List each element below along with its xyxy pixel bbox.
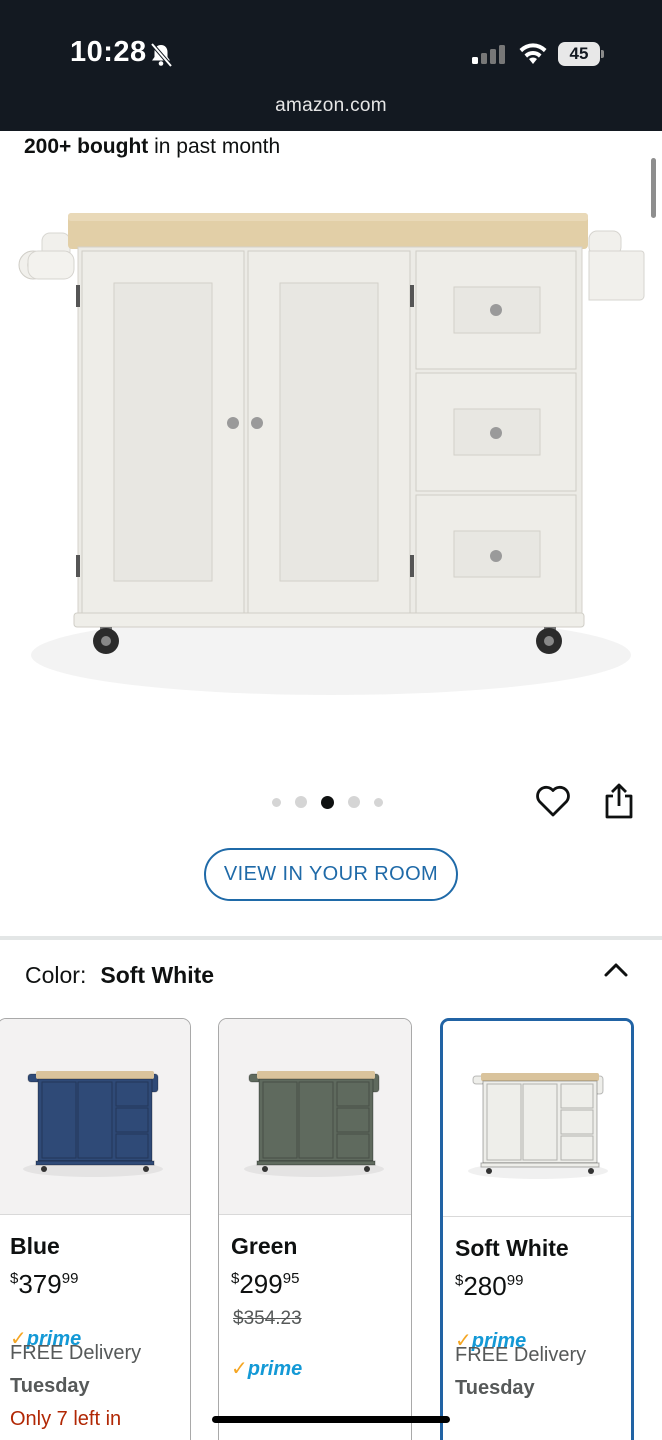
color-label: Color: bbox=[25, 962, 87, 988]
swatch-list-price: $354.23 bbox=[233, 1308, 302, 1329]
color-swatch-card[interactable]: Soft White $28099 ✓prime FREE Delivery Tuesd… bbox=[440, 1018, 634, 1440]
carousel-dot[interactable] bbox=[348, 796, 360, 808]
chevron-up-icon[interactable] bbox=[603, 960, 629, 978]
swatch-image bbox=[0, 1019, 190, 1215]
prime-check-icon: ✓ bbox=[231, 1358, 248, 1380]
battery-icon: 45 bbox=[558, 42, 604, 66]
swatch-image bbox=[219, 1019, 411, 1215]
price-whole: 280 bbox=[463, 1271, 507, 1301]
home-indicator[interactable] bbox=[212, 1416, 450, 1423]
address-bar-url[interactable]: amazon.com bbox=[0, 95, 662, 117]
swatch-delivery: FREE Delivery bbox=[10, 1342, 142, 1364]
view-in-your-room-button[interactable]: VIEW IN YOUR ROOM bbox=[204, 848, 458, 901]
signal-icon bbox=[472, 45, 505, 64]
price-fraction: 99 bbox=[506, 1272, 524, 1289]
swatch-name: Blue bbox=[10, 1233, 60, 1259]
selected-color: Soft White bbox=[100, 962, 215, 988]
wifi-icon bbox=[519, 43, 547, 64]
carousel-dot-active[interactable] bbox=[321, 795, 334, 809]
swatch-name: Soft White bbox=[455, 1235, 569, 1261]
product-image[interactable] bbox=[14, 175, 648, 705]
bought-count-bold: 200+ bought bbox=[24, 135, 149, 158]
price-whole: 299 bbox=[239, 1269, 283, 1299]
carousel-dot[interactable] bbox=[272, 797, 281, 807]
bought-count: 200+ bought in past month bbox=[24, 135, 280, 159]
prime-label: prime bbox=[247, 1358, 303, 1380]
swatch-delivery-day: Tuesday bbox=[455, 1377, 535, 1399]
swatch-delivery-day: Tuesday bbox=[10, 1375, 90, 1397]
status-time: 10:28 bbox=[70, 36, 147, 68]
carousel-dot[interactable] bbox=[374, 797, 383, 807]
swatch-price: $37999 bbox=[10, 1269, 78, 1300]
carousel-dot[interactable] bbox=[295, 796, 307, 808]
color-selector-header[interactable]: Color: Soft White bbox=[25, 962, 214, 989]
color-swatch-card[interactable]: Green $29995 $354.23 ✓prime bbox=[218, 1018, 412, 1440]
swatch-name: Green bbox=[231, 1233, 298, 1259]
color-swatch-card[interactable]: Blue $37999 ✓prime FREE Delivery Tuesday Only… bbox=[0, 1018, 191, 1440]
swatch-delivery: FREE Delivery bbox=[455, 1344, 587, 1366]
status-bar: 10:28 45 amazon.com bbox=[0, 0, 662, 131]
battery-tip bbox=[601, 50, 604, 58]
heart-icon[interactable] bbox=[535, 784, 571, 818]
bell-slash-icon bbox=[150, 42, 173, 68]
swatch-price: $28099 bbox=[455, 1271, 523, 1302]
image-carousel-dots[interactable] bbox=[272, 795, 383, 809]
swatch-price: $29995 bbox=[231, 1269, 299, 1300]
price-whole: 379 bbox=[18, 1269, 62, 1299]
swatch-image bbox=[443, 1021, 631, 1217]
prime-badge: ✓prime bbox=[231, 1356, 302, 1381]
scroll-indicator[interactable] bbox=[651, 158, 656, 218]
battery-level: 45 bbox=[558, 42, 600, 66]
section-divider bbox=[0, 936, 662, 940]
price-fraction: 99 bbox=[61, 1270, 79, 1287]
price-fraction: 95 bbox=[282, 1270, 300, 1287]
swatch-stock-warning: Only 7 left in bbox=[10, 1408, 122, 1430]
share-icon[interactable] bbox=[602, 782, 636, 820]
bought-count-suffix: in past month bbox=[148, 135, 281, 158]
